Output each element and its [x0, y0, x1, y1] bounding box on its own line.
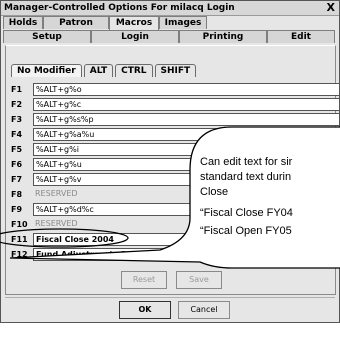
- callout-line: standard text durin: [200, 171, 292, 183]
- callout-line: “Fiscal Open FY05: [200, 225, 292, 237]
- callout-line: “Fiscal Close FY04: [200, 207, 293, 219]
- callout-line: Close: [200, 186, 229, 198]
- highlight-ellipse: [0, 228, 129, 248]
- callout-line: Can edit text for sir: [200, 156, 293, 168]
